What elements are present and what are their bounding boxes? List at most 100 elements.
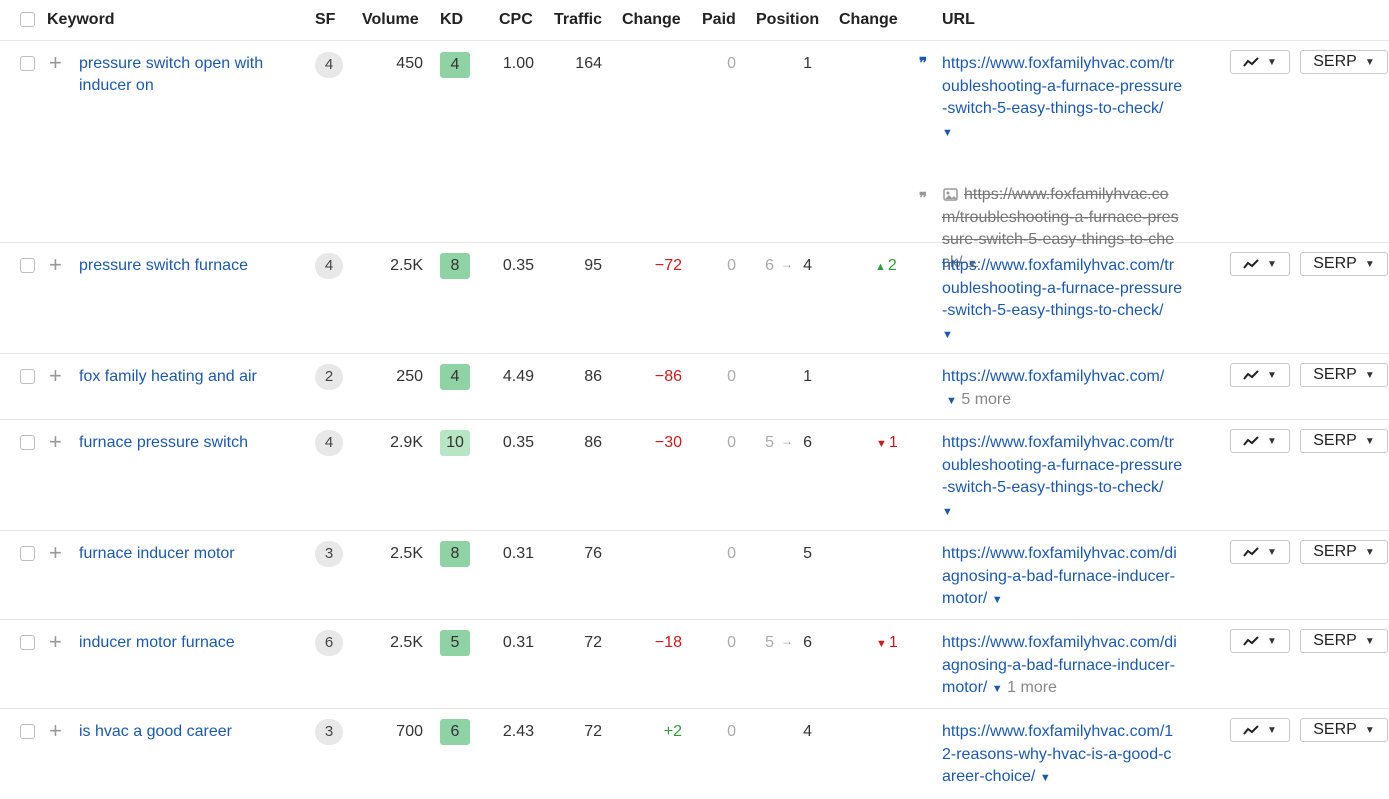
chevron-down-icon[interactable]: ▼ bbox=[992, 594, 1003, 606]
keyword-link[interactable]: pressure switch open with inducer on bbox=[79, 53, 299, 97]
arrow-right-icon: → bbox=[781, 434, 793, 448]
paid-value: 0 bbox=[727, 257, 736, 274]
trend-dropdown-button[interactable]: ▼ bbox=[1230, 363, 1290, 387]
row-checkbox[interactable] bbox=[20, 435, 35, 450]
keyword-link[interactable]: furnace inducer motor bbox=[79, 543, 299, 565]
table-row: + fox family heating and air 2 250 4 4.4… bbox=[0, 354, 1389, 420]
col-kd[interactable]: KD bbox=[440, 11, 463, 29]
url-link[interactable]: https://www.foxfamilyhvac.com/tr oublesh… bbox=[942, 432, 1212, 523]
url-link[interactable]: https://www.foxfamilyhvac.com/di agnosin… bbox=[942, 632, 1212, 701]
serp-dropdown-button[interactable]: SERP ▼ bbox=[1300, 363, 1388, 387]
kd-badge: 8 bbox=[440, 541, 470, 567]
position-change: ▲ 2 bbox=[875, 255, 897, 278]
url-link[interactable]: https://www.foxfamilyhvac.com/tr oublesh… bbox=[942, 255, 1212, 346]
serp-dropdown-button[interactable]: SERP ▼ bbox=[1300, 252, 1388, 276]
col-cpc[interactable]: CPC bbox=[499, 11, 533, 29]
chevron-down-icon[interactable]: ▼ bbox=[946, 395, 957, 407]
more-urls-link[interactable]: 5 more bbox=[961, 391, 1011, 408]
cpc-value: 4.49 bbox=[502, 368, 534, 385]
url-line: https://www.foxfamilyhvac.com/ bbox=[942, 368, 1165, 385]
paid-value: 0 bbox=[727, 723, 736, 740]
chevron-down-icon[interactable]: ▼ bbox=[942, 127, 953, 139]
trend-dropdown-button[interactable]: ▼ bbox=[1230, 718, 1290, 742]
cpc-value: 1.00 bbox=[502, 55, 534, 72]
keyword-link[interactable]: fox family heating and air bbox=[79, 366, 299, 388]
traffic-change-value: −18 bbox=[654, 634, 682, 651]
serp-features-badge[interactable]: 4 bbox=[315, 430, 343, 456]
cpc-value: 2.43 bbox=[502, 723, 534, 740]
trend-dropdown-button[interactable]: ▼ bbox=[1230, 540, 1290, 564]
trend-dropdown-button[interactable]: ▼ bbox=[1230, 252, 1290, 276]
col-url[interactable]: URL bbox=[942, 11, 975, 29]
col-position[interactable]: Position bbox=[756, 11, 819, 29]
paid-value: 0 bbox=[727, 55, 736, 72]
chevron-down-icon[interactable]: ▼ bbox=[942, 329, 953, 341]
trend-icon bbox=[1243, 370, 1259, 380]
chevron-down-icon[interactable]: ▼ bbox=[1040, 772, 1051, 784]
serp-features-badge[interactable]: 3 bbox=[315, 541, 343, 567]
serp-features-badge[interactable]: 4 bbox=[315, 253, 343, 279]
previous-position: 5 bbox=[765, 634, 774, 651]
serp-dropdown-button[interactable]: SERP ▼ bbox=[1300, 629, 1388, 653]
trend-dropdown-button[interactable]: ▼ bbox=[1230, 50, 1290, 74]
serp-features-badge[interactable]: 2 bbox=[315, 364, 343, 390]
traffic-value: 86 bbox=[584, 434, 602, 451]
serp-dropdown-button[interactable]: SERP ▼ bbox=[1300, 540, 1388, 564]
row-checkbox[interactable] bbox=[20, 258, 35, 273]
serp-features-badge[interactable]: 6 bbox=[315, 630, 343, 656]
url-link[interactable]: https://www.foxfamilyhvac.com/di agnosin… bbox=[942, 543, 1212, 612]
col-position-change[interactable]: Change bbox=[839, 11, 898, 29]
traffic-change-value: −72 bbox=[654, 257, 682, 274]
serp-features-badge[interactable]: 3 bbox=[315, 719, 343, 745]
keyword-link[interactable]: pressure switch furnace bbox=[79, 255, 299, 277]
add-keyword-icon[interactable]: + bbox=[49, 631, 62, 653]
url-link[interactable]: https://www.foxfamilyhvac.com/1 2-reason… bbox=[942, 721, 1212, 790]
caret-down-icon: ▼ bbox=[1267, 435, 1277, 447]
chevron-down-icon[interactable]: ▼ bbox=[942, 506, 953, 518]
add-keyword-icon[interactable]: + bbox=[49, 254, 62, 276]
cpc-value: 0.31 bbox=[502, 634, 534, 651]
add-keyword-icon[interactable]: + bbox=[49, 720, 62, 742]
col-keyword[interactable]: Keyword bbox=[47, 11, 115, 29]
serp-dropdown-button[interactable]: SERP ▼ bbox=[1300, 50, 1388, 74]
col-traffic[interactable]: Traffic bbox=[554, 11, 602, 29]
serp-features-badge[interactable]: 4 bbox=[315, 52, 343, 78]
more-urls-link[interactable]: 1 more bbox=[1007, 679, 1057, 696]
chevron-down-icon[interactable]: ▼ bbox=[992, 683, 1003, 695]
url-line: oubleshooting-a-furnace-pressure bbox=[942, 77, 1183, 95]
row-checkbox[interactable] bbox=[20, 635, 35, 650]
serp-dropdown-button[interactable]: SERP ▼ bbox=[1300, 429, 1388, 453]
col-paid[interactable]: Paid bbox=[702, 11, 736, 29]
traffic-value: 86 bbox=[584, 368, 602, 385]
url-line: https://www.foxfamilyhvac.com/1 bbox=[942, 723, 1174, 740]
url-link[interactable]: https://www.foxfamilyhvac.com/ ▼ 5 more bbox=[942, 366, 1212, 412]
position-change: ▼ 1 bbox=[876, 432, 898, 455]
trend-dropdown-button[interactable]: ▼ bbox=[1230, 429, 1290, 453]
keyword-link[interactable]: is hvac a good career bbox=[79, 721, 299, 743]
keyword-link[interactable]: furnace pressure switch bbox=[79, 432, 299, 454]
col-volume[interactable]: Volume bbox=[362, 11, 419, 29]
add-keyword-icon[interactable]: + bbox=[49, 365, 62, 387]
row-checkbox[interactable] bbox=[20, 724, 35, 739]
row-checkbox[interactable] bbox=[20, 56, 35, 71]
url-line: oubleshooting-a-furnace-pressure bbox=[942, 279, 1183, 297]
trend-icon bbox=[1243, 547, 1259, 557]
kd-badge: 5 bbox=[440, 630, 470, 656]
col-sf[interactable]: SF bbox=[315, 11, 335, 29]
trend-dropdown-button[interactable]: ▼ bbox=[1230, 629, 1290, 653]
add-keyword-icon[interactable]: + bbox=[49, 431, 62, 453]
url-line: -switch-5-easy-things-to-check/ bbox=[942, 302, 1164, 319]
url-line: motor/ bbox=[942, 590, 988, 607]
url-line: https://www.foxfamilyhvac.com/di bbox=[942, 634, 1177, 651]
keyword-link[interactable]: inducer motor furnace bbox=[79, 632, 299, 654]
volume-value: 700 bbox=[396, 723, 423, 740]
row-checkbox[interactable] bbox=[20, 546, 35, 561]
select-all-checkbox[interactable] bbox=[20, 12, 35, 27]
col-change[interactable]: Change bbox=[622, 11, 681, 29]
serp-dropdown-button[interactable]: SERP ▼ bbox=[1300, 718, 1388, 742]
url-link[interactable]: https://www.foxfamilyhvac.com/tr oublesh… bbox=[942, 53, 1212, 144]
add-keyword-icon[interactable]: + bbox=[49, 542, 62, 564]
url-line: areer-choice/ bbox=[942, 768, 1036, 785]
add-keyword-icon[interactable]: + bbox=[49, 52, 62, 74]
row-checkbox[interactable] bbox=[20, 369, 35, 384]
